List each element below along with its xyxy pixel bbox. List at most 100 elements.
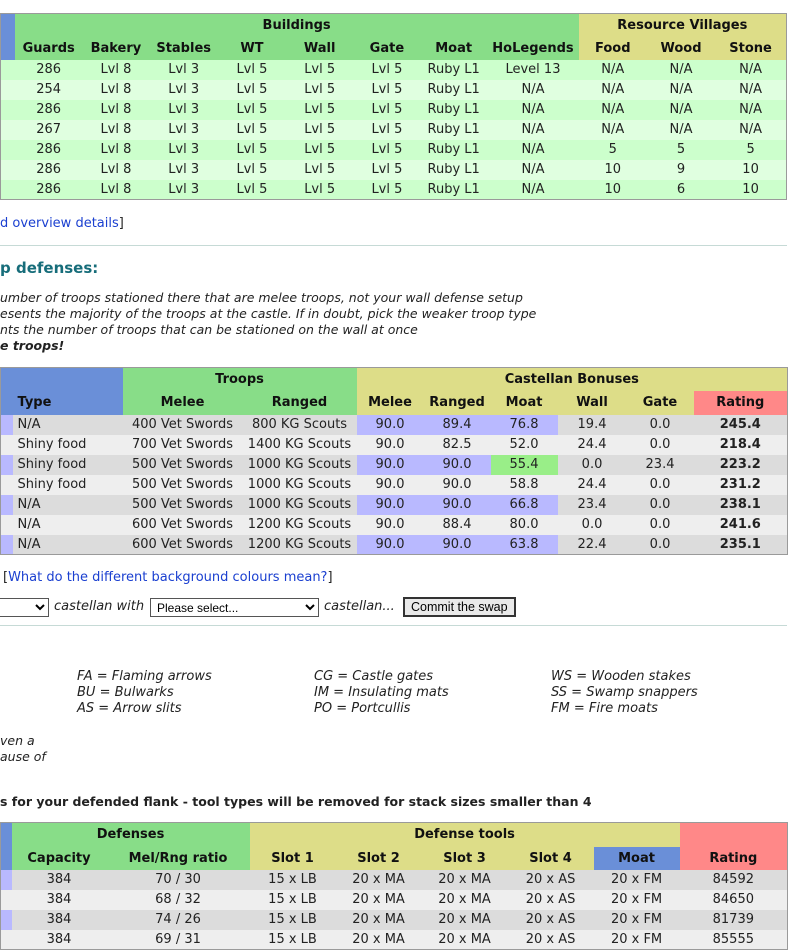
cell-food: 10 [578, 159, 647, 180]
blue-corner-cell [0, 822, 12, 847]
cell-food: N/A [578, 119, 647, 140]
cell-moat-bonus: 52.0 [490, 434, 558, 455]
buildings-group-header: Buildings [14, 13, 579, 37]
cell-guards: 254 [14, 79, 83, 100]
cell-rating: 218.4 [693, 434, 788, 455]
commit-swap-button[interactable]: Commit the swap [403, 597, 516, 617]
table-row: 286 Lvl 8 Lvl 3 Lvl 5 Lvl 5 Lvl 5 Ruby L1 N/A 10… [0, 179, 787, 200]
cell-mel-rng-ratio: 69 / 31 [106, 929, 250, 950]
castellan-select-1[interactable] [0, 598, 49, 617]
cell-stables: Lvl 3 [149, 159, 219, 180]
cell-slot-4: 20 x AS [507, 929, 594, 950]
background-colours-link[interactable]: What do the different background colours… [8, 570, 327, 585]
col-moat-bonus: Moat [490, 390, 558, 415]
resource-villages-group-header: Resource Villages [578, 13, 787, 37]
row-indicator-cell [0, 929, 12, 950]
cell-slot-1: 15 x LB [249, 909, 336, 930]
cell-moat-bonus: 66.8 [490, 494, 558, 515]
col-wt: WT [218, 36, 286, 60]
cell-holegends: Level 13 [487, 59, 579, 80]
row-spacer-cell [0, 139, 15, 160]
overview-details-link[interactable]: d overview details [0, 216, 119, 231]
cell-slot-1: 15 x LB [249, 929, 336, 950]
cell-food: N/A [578, 99, 647, 120]
cell-rating: 85555 [679, 929, 788, 950]
cell-wall-bonus: 23.4 [557, 494, 627, 515]
table-row: 384 70 / 30 15 x LB 20 x MA 20 x MA 20 x AS 20… [0, 869, 788, 890]
legend-po: PO = Portcullis [314, 701, 411, 716]
cell-bakery: Lvl 8 [82, 139, 150, 160]
row-spacer-cell [0, 159, 15, 180]
cell-melee-bonus: 90.0 [356, 494, 424, 515]
rating-group-header [679, 822, 788, 847]
legend-ss: SS = Swamp snappers [551, 685, 698, 700]
swap-label-1: castellan with [54, 599, 145, 614]
cell-rating: 235.1 [693, 534, 788, 555]
table-row: N/A 400 Vet Swords 800 KG Scouts 90.0 89.4 76… [0, 414, 788, 435]
note-line-bold: e troops! [0, 338, 65, 353]
cell-slot-3: 20 x MA [421, 889, 508, 910]
defenses-group-header: Defenses [11, 822, 250, 847]
cell-type: Shiny food [12, 454, 123, 475]
col-bakery: Bakery [82, 36, 150, 60]
row-indicator-cell [0, 474, 13, 495]
swap-label-2: castellan... [324, 599, 395, 614]
cell-moat: Ruby L1 [420, 119, 488, 140]
castellan-select-2[interactable]: Please select... [150, 598, 319, 617]
cell-gate: Lvl 5 [353, 119, 421, 140]
cell-wall-bonus: 0.0 [557, 454, 627, 475]
cell-wood: N/A [646, 119, 716, 140]
cell-moat: Ruby L1 [420, 179, 488, 200]
cell-type: N/A [12, 494, 123, 515]
defense-tools-table: Defenses Defense tools Capacity Mel/Rng … [0, 822, 789, 950]
cell-rating: 223.2 [693, 454, 788, 475]
cell-moat-tool: 20 x FM [593, 909, 680, 930]
cell-moat: Ruby L1 [420, 139, 488, 160]
col-stables: Stables [149, 36, 219, 60]
cell-melee-bonus: 90.0 [356, 534, 424, 555]
cell-wt: Lvl 5 [218, 79, 286, 100]
cell-gate: Lvl 5 [353, 159, 421, 180]
col-rating: Rating [693, 390, 788, 415]
cell-bakery: Lvl 8 [82, 159, 150, 180]
cell-rating: 84650 [679, 889, 788, 910]
cell-stables: Lvl 3 [149, 59, 219, 80]
cell-guards: 286 [14, 139, 83, 160]
cell-rating: 84592 [679, 869, 788, 890]
cell-moat-bonus: 63.8 [490, 534, 558, 555]
cell-melee-troops: 700 Vet Swords [122, 434, 243, 455]
cell-ranged-bonus: 82.5 [423, 434, 491, 455]
cell-wall: Lvl 5 [285, 179, 354, 200]
row-indicator-cell [0, 889, 12, 910]
blue-corner-cell [0, 36, 15, 60]
col-rating: Rating [679, 846, 788, 870]
cell-ranged-troops: 1000 KG Scouts [242, 454, 357, 475]
cell-stables: Lvl 3 [149, 99, 219, 120]
table-row: 384 74 / 26 15 x LB 20 x MA 20 x MA 20 x AS 20… [0, 909, 788, 930]
cell-gate-bonus: 0.0 [626, 494, 694, 515]
flank-heading: s for your defended flank - tool types w… [0, 794, 592, 809]
cell-rating: 81739 [679, 909, 788, 930]
cell-ranged-bonus: 89.4 [423, 414, 491, 435]
blue-corner-cell [0, 846, 12, 870]
divider [0, 245, 787, 246]
cell-slot-3: 20 x MA [421, 869, 508, 890]
cell-moat-tool: 20 x FM [593, 889, 680, 910]
cell-guards: 286 [14, 99, 83, 120]
cell-melee-bonus: 90.0 [356, 454, 424, 475]
cell-wall: Lvl 5 [285, 79, 354, 100]
cell-guards: 267 [14, 119, 83, 140]
bracket-close: ] [118, 216, 124, 231]
table-row: 254 Lvl 8 Lvl 3 Lvl 5 Lvl 5 Lvl 5 Ruby L1 N/A N/… [0, 79, 787, 100]
legend-column-2: CG = Castle gates IM = Insulating mats P… [314, 669, 449, 717]
cell-slot-4: 20 x AS [507, 889, 594, 910]
legend-as: AS = Arrow slits [77, 701, 182, 716]
cell-gate-bonus: 0.0 [626, 534, 694, 555]
row-spacer-cell [0, 119, 15, 140]
col-holegends: HoLegends [487, 36, 579, 60]
cell-wt: Lvl 5 [218, 99, 286, 120]
cell-melee-bonus: 90.0 [356, 474, 424, 495]
row-indicator-cell [0, 414, 13, 435]
blue-corner-cell [0, 390, 13, 415]
cell-bakery: Lvl 8 [82, 59, 150, 80]
